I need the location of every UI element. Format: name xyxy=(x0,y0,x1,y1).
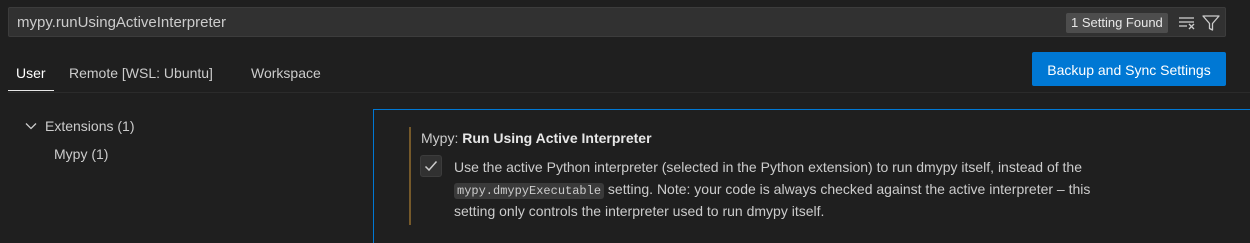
setting-name: Run Using Active Interpreter xyxy=(462,130,652,146)
desc-line-2: mypy.dmypyExecutable setting. Note: your… xyxy=(454,178,1214,200)
backup-sync-button[interactable]: Backup and Sync Settings xyxy=(1032,52,1226,86)
desc-line-1: Use the active Python interpreter (selec… xyxy=(454,159,1083,175)
modified-indicator xyxy=(409,127,411,225)
tab-remote-wsl[interactable]: Remote [WSL: Ubuntu] xyxy=(69,56,213,90)
search-input[interactable] xyxy=(9,8,1067,36)
setting-description: Use the active Python interpreter (selec… xyxy=(454,156,1214,222)
setting-title: Mypy: Run Using Active Interpreter xyxy=(421,128,652,148)
settings-editor: 1 Setting Found User Remote [WSL: Ubuntu… xyxy=(0,0,1250,243)
clear-filter-icon[interactable] xyxy=(1177,13,1197,33)
setting-checkbox[interactable] xyxy=(420,155,442,177)
filter-icon[interactable] xyxy=(1201,13,1221,33)
tab-workspace[interactable]: Workspace xyxy=(251,56,321,90)
search-bar: 1 Setting Found xyxy=(8,7,1226,37)
setting-category: Mypy: xyxy=(421,130,463,146)
tab-user[interactable]: User xyxy=(8,56,54,91)
chevron-down-icon xyxy=(24,119,38,133)
desc-line-3: setting only controls the interpreter us… xyxy=(454,203,825,219)
toc-mypy[interactable]: Mypy (1) xyxy=(54,143,108,165)
tabs-divider xyxy=(8,92,1250,93)
result-count-badge: 1 Setting Found xyxy=(1066,13,1168,33)
checkmark-icon xyxy=(424,161,438,172)
setting-code-reference: mypy.dmypyExecutable xyxy=(454,183,605,199)
toc-extensions-label: Extensions (1) xyxy=(45,118,135,134)
desc-line-2-text: setting. Note: your code is always check… xyxy=(604,181,1091,197)
